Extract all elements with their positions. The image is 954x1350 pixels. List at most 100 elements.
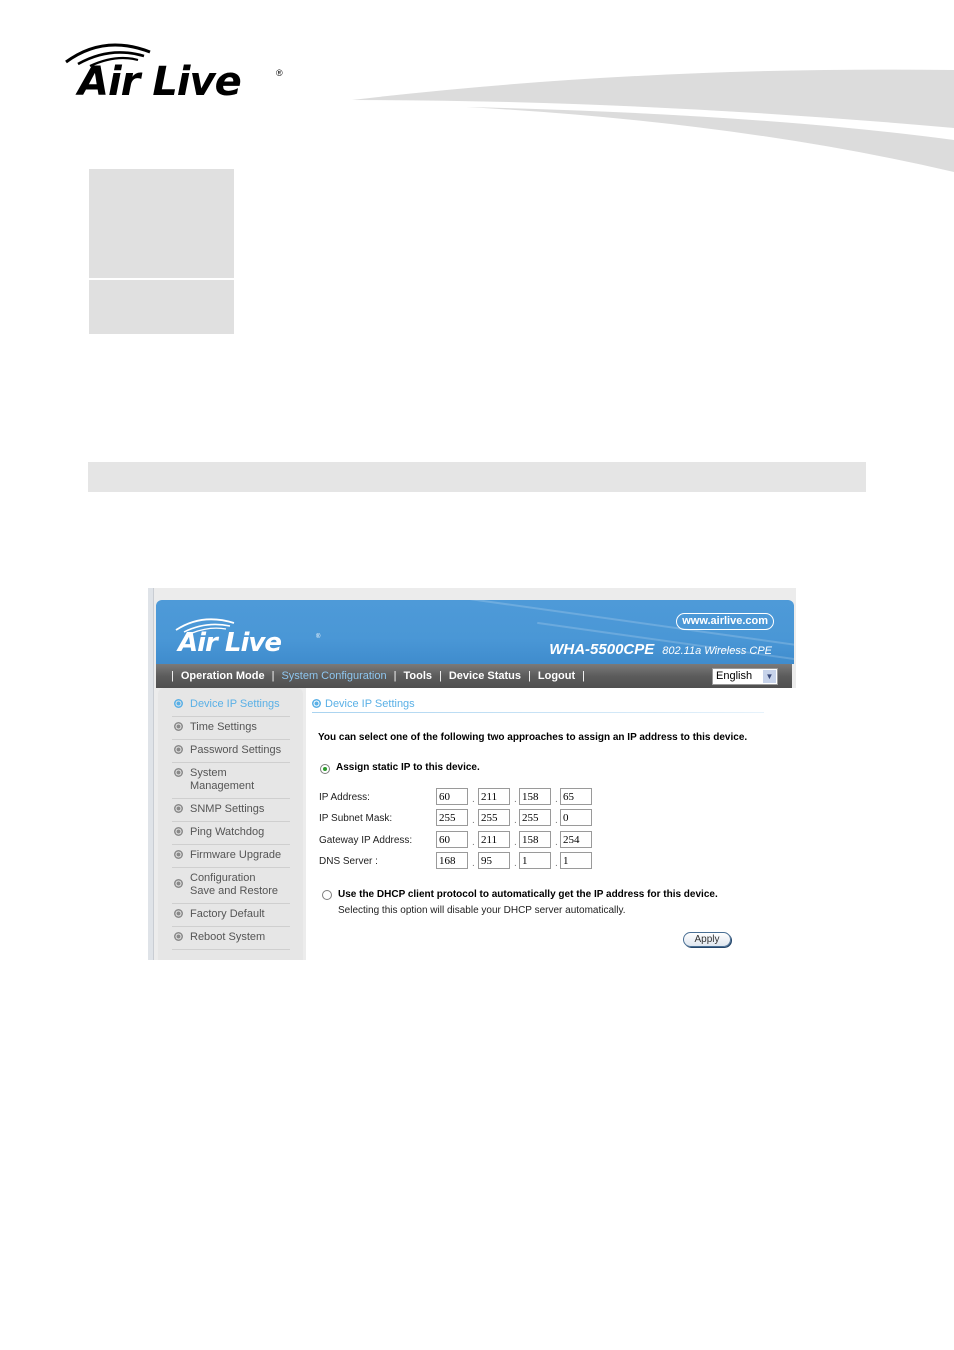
bullet-icon xyxy=(174,768,183,777)
language-select[interactable]: English ▼ xyxy=(712,668,778,685)
logo-text: Air Live xyxy=(78,59,242,105)
sidebar-item-label: Firmware Upgrade xyxy=(190,849,282,861)
sidebar-item-label: SNMP Settings xyxy=(190,803,265,815)
top-nav: | Operation Mode | System Configuration … xyxy=(156,664,792,688)
bullet-icon xyxy=(174,827,183,836)
octet-separator: . xyxy=(555,858,558,869)
dhcp-note: Selecting this option will disable your … xyxy=(338,905,626,916)
nav-separator: | xyxy=(439,670,442,682)
grey-block xyxy=(89,280,234,334)
airlive-logo: Air Live ® xyxy=(64,40,284,110)
subnet-mask-octet-1[interactable] xyxy=(436,809,468,826)
window-edge xyxy=(148,588,154,960)
gateway-octet-4[interactable] xyxy=(560,831,592,848)
octet-separator: . xyxy=(472,815,475,826)
model-name: WHA-5500CPE xyxy=(549,641,655,658)
static-ip-radio[interactable] xyxy=(320,764,330,774)
sidebar-item-label: System Management xyxy=(190,767,255,792)
nav-system-configuration[interactable]: System Configuration xyxy=(281,670,386,682)
model-description: 802.11a Wireless CPE xyxy=(662,645,772,657)
nav-separator: | xyxy=(528,670,531,682)
model-title: WHA-5500CPE 802.11a Wireless CPE xyxy=(549,641,772,659)
octet-separator: . xyxy=(514,815,517,826)
gateway-octet-3[interactable] xyxy=(519,831,551,848)
octet-separator: . xyxy=(472,794,475,805)
octet-separator: . xyxy=(514,837,517,848)
bullet-icon xyxy=(174,804,183,813)
sidebar-item-configuration-save-restore[interactable]: Configuration Save and Restore xyxy=(172,868,290,904)
dns-server-label: DNS Server : xyxy=(319,856,378,867)
sidebar-item-snmp-settings[interactable]: SNMP Settings xyxy=(172,799,290,822)
sidebar-item-label-line2: Save and Restore xyxy=(190,885,279,897)
ip-address-octet-3[interactable] xyxy=(519,788,551,805)
octet-separator: . xyxy=(555,794,558,805)
registered-mark: ® xyxy=(276,68,283,78)
language-value: English xyxy=(716,670,753,682)
octet-separator: . xyxy=(555,837,558,848)
sidebar-item-firmware-upgrade[interactable]: Firmware Upgrade xyxy=(172,845,290,868)
sidebar-item-reboot-system[interactable]: Reboot System xyxy=(172,927,290,950)
website-link[interactable]: www.airlive.com xyxy=(676,613,774,630)
nav-separator: | xyxy=(393,670,397,682)
registered-mark: ® xyxy=(316,634,321,640)
nav-device-status[interactable]: Device Status xyxy=(449,670,521,682)
dns-server-octet-3[interactable] xyxy=(519,852,551,869)
subnet-mask-octet-3[interactable] xyxy=(519,809,551,826)
section-title-text: Device IP Settings xyxy=(325,698,415,710)
banner-logo-text: Air Live xyxy=(178,628,282,658)
apply-button[interactable]: Apply xyxy=(683,932,731,947)
octet-separator: . xyxy=(555,815,558,826)
sidebar-item-device-ip-settings[interactable]: Device IP Settings xyxy=(172,694,290,717)
sidebar-item-factory-default[interactable]: Factory Default xyxy=(172,904,290,927)
sidebar-item-label: Time Settings xyxy=(190,721,257,733)
bullet-icon xyxy=(174,745,183,754)
static-ip-label[interactable]: Assign static IP to this device. xyxy=(336,762,480,773)
divider xyxy=(312,712,764,713)
sidebar-item-system-management[interactable]: System Management xyxy=(172,763,290,799)
bullet-icon xyxy=(174,699,183,708)
subnet-mask-octet-2[interactable] xyxy=(478,809,510,826)
sidebar-item-password-settings[interactable]: Password Settings xyxy=(172,740,290,763)
dhcp-label[interactable]: Use the DHCP client protocol to automati… xyxy=(338,889,718,900)
sidebar-item-ping-watchdog[interactable]: Ping Watchdog xyxy=(172,822,290,845)
sidebar-item-label-line1: Configuration xyxy=(190,872,256,884)
bullet-icon xyxy=(174,909,183,918)
sidebar: Device IP Settings Time Settings Passwor… xyxy=(158,688,303,960)
nav-tools[interactable]: Tools xyxy=(403,670,432,682)
dns-server-octet-1[interactable] xyxy=(436,852,468,869)
sidebar-item-label: Device IP Settings xyxy=(190,698,280,710)
ip-address-octet-4[interactable] xyxy=(560,788,592,805)
bullet-icon xyxy=(174,722,183,731)
banner-logo: Air Live ® xyxy=(174,616,324,660)
dhcp-radio[interactable] xyxy=(322,890,332,900)
nav-operation-mode[interactable]: Operation Mode xyxy=(181,670,265,682)
banner: Air Live ® www.airlive.com WHA-5500CPE 80… xyxy=(156,600,794,664)
ip-address-octet-1[interactable] xyxy=(436,788,468,805)
octet-separator: . xyxy=(472,837,475,848)
sidebar-item-label: Factory Default xyxy=(190,908,265,920)
nav-separator: | xyxy=(582,670,585,682)
sidebar-item-label: Reboot System xyxy=(190,931,266,943)
sidebar-item-label: Ping Watchdog xyxy=(190,826,265,838)
subnet-mask-label: IP Subnet Mask: xyxy=(319,813,393,824)
subnet-mask-octet-4[interactable] xyxy=(560,809,592,826)
section-title: Device IP Settings xyxy=(312,698,415,710)
gateway-label: Gateway IP Address: xyxy=(319,835,413,846)
octet-separator: . xyxy=(472,858,475,869)
grey-block xyxy=(89,169,234,278)
nav-separator: | xyxy=(171,670,174,682)
sidebar-item-time-settings[interactable]: Time Settings xyxy=(172,717,290,740)
dns-server-octet-2[interactable] xyxy=(478,852,510,869)
intro-text: You can select one of the following two … xyxy=(318,732,748,743)
bullet-icon xyxy=(312,699,321,708)
chevron-down-icon[interactable]: ▼ xyxy=(763,670,776,683)
ip-address-octet-2[interactable] xyxy=(478,788,510,805)
ip-address-label: IP Address: xyxy=(319,792,370,803)
gateway-octet-1[interactable] xyxy=(436,831,468,848)
nav-logout[interactable]: Logout xyxy=(538,670,575,682)
dns-server-octet-4[interactable] xyxy=(560,852,592,869)
bullet-icon xyxy=(174,932,183,941)
page-gutter xyxy=(790,688,796,960)
gateway-octet-2[interactable] xyxy=(478,831,510,848)
octet-separator: . xyxy=(514,858,517,869)
